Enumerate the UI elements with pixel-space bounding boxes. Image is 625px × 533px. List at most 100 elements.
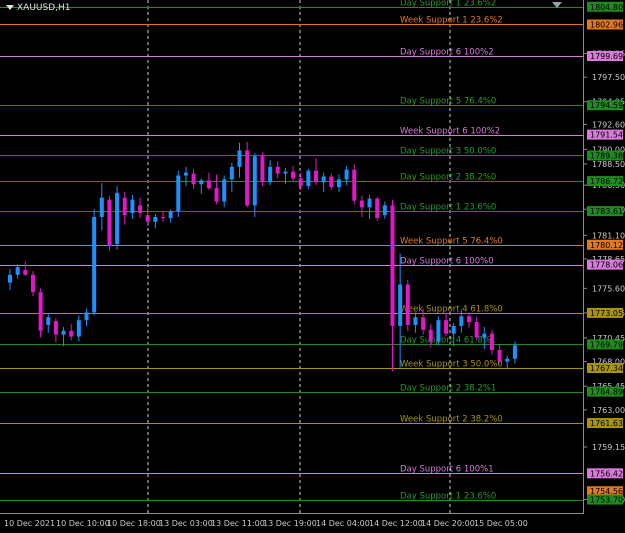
candle-body[interactable] [46, 317, 51, 325]
x-tick-label: 10 Dec 10:00 [56, 519, 110, 528]
candle-body[interactable] [421, 317, 426, 330]
candle-body[interactable] [237, 150, 242, 167]
candle-body[interactable] [291, 171, 296, 179]
y-tick-label: 1763.00 [592, 406, 625, 415]
candle-body[interactable] [436, 320, 441, 342]
candle-body[interactable] [283, 171, 288, 174]
candle-body[interactable] [367, 198, 372, 208]
candle-body[interactable] [15, 267, 20, 275]
candle-body[interactable] [459, 316, 464, 326]
candle-body[interactable] [38, 292, 43, 331]
candle-body[interactable] [99, 197, 104, 217]
candle-body[interactable] [444, 320, 449, 334]
candle-body[interactable] [268, 166, 273, 183]
candle-body[interactable] [451, 325, 456, 334]
level-label: Day Support 6 100%0 [400, 257, 494, 267]
candle-body[interactable] [413, 317, 418, 325]
level-label: Day Support 1 23.6%0 [400, 203, 496, 213]
candle-body[interactable] [275, 166, 280, 174]
candle-body[interactable] [329, 176, 334, 188]
candle-body[interactable] [61, 330, 66, 335]
candle-body[interactable] [359, 200, 364, 208]
candle-body[interactable] [130, 199, 135, 214]
candle-body[interactable] [23, 270, 28, 275]
level-label: Day Support 2 38.2%1 [400, 384, 496, 394]
candle-body[interactable] [53, 321, 58, 335]
x-tick-label: 10 Dec 18:00 [107, 519, 161, 528]
candle-body[interactable] [375, 198, 380, 218]
candle-body[interactable] [115, 192, 120, 244]
x-tick-label: 14 Dec 20:00 [421, 519, 475, 528]
candle-body[interactable] [183, 172, 188, 176]
candle-body[interactable] [222, 179, 227, 202]
candle-body[interactable] [314, 170, 318, 183]
level-label: Day Support 6 100%1 [400, 465, 494, 475]
candle-body[interactable] [467, 316, 471, 323]
candle-body[interactable] [92, 216, 97, 313]
price-box-label: 1773.05 [590, 309, 623, 318]
level-label: Day Support 5 76.4%0 [400, 97, 496, 107]
y-tick-label: 1788.50 [592, 160, 625, 169]
y-tick-label: 1759.15 [592, 443, 625, 452]
candle-body[interactable] [214, 188, 219, 202]
candle-body[interactable] [321, 176, 326, 183]
candle-body[interactable] [161, 216, 165, 218]
candle-body[interactable] [474, 322, 479, 338]
level-label: Day Support 3 50.0%0 [400, 147, 496, 157]
candle-body[interactable] [199, 180, 204, 185]
candle-body[interactable] [252, 156, 257, 206]
candle-body[interactable] [505, 358, 510, 362]
candle-body[interactable] [8, 274, 12, 283]
candle-body[interactable] [344, 169, 349, 180]
candle-body[interactable] [69, 330, 74, 337]
level-label: Week Support 5 76.4%0 [400, 237, 503, 247]
candle-body[interactable] [489, 333, 494, 351]
level-label: Day Support 1 23.6%0 [400, 492, 496, 502]
candle-body[interactable] [497, 350, 502, 362]
level-label: Day Support 1 23.6%2 [400, 0, 496, 9]
candle-body[interactable] [405, 284, 410, 325]
candle-body[interactable] [390, 205, 395, 326]
candle-body[interactable] [176, 175, 181, 212]
price-box-label: 1794.59 [590, 101, 623, 110]
candle-body[interactable] [145, 215, 150, 222]
candle-body[interactable] [30, 274, 35, 293]
x-tick-label: 13 Dec 11:00 [211, 519, 265, 528]
candle-body[interactable] [352, 169, 357, 201]
candle-body[interactable] [107, 199, 112, 246]
candle-body[interactable] [191, 173, 196, 185]
symbol-label[interactable]: XAUUSD,H1 [6, 3, 71, 13]
y-tick-label: 1797.50 [592, 73, 625, 82]
candle-body[interactable] [122, 197, 127, 216]
chart-menu-arrow-icon[interactable] [552, 2, 562, 8]
candle-body[interactable] [206, 180, 211, 189]
candle-body[interactable] [84, 312, 89, 321]
symbol-text: XAUUSD,H1 [17, 3, 71, 13]
candle-body[interactable] [482, 333, 487, 338]
candle-body[interactable] [229, 166, 234, 180]
x-tick-label: 14 Dec 12:00 [369, 519, 423, 528]
price-box-label: 1761.63 [590, 419, 623, 428]
price-box-label: 1769.79 [590, 340, 623, 349]
level-label: Week Support 1 23.6%2 [400, 16, 503, 26]
candle-body[interactable] [512, 345, 517, 359]
candle-body[interactable] [306, 170, 311, 187]
candle-body[interactable] [153, 216, 158, 222]
dropdown-triangle-icon [6, 5, 14, 10]
candle-body[interactable] [260, 156, 265, 183]
candle-body[interactable] [168, 211, 173, 218]
candle-body[interactable] [245, 150, 250, 206]
candle-body[interactable] [398, 284, 403, 326]
price-chart[interactable]: Day Support 1 23.6%2 Week Support 1 23.6%… [0, 0, 625, 533]
price-box-label: 1802.96 [590, 20, 623, 29]
candle-body[interactable] [336, 179, 341, 188]
candle-body[interactable] [76, 320, 81, 337]
x-tick-label: 13 Dec 03:00 [159, 519, 213, 528]
price-box-label: 1753.70 [590, 496, 623, 505]
candle-body[interactable] [138, 205, 143, 214]
level-label: Week Support 6 100%2 [400, 127, 500, 137]
candle-body[interactable] [428, 329, 433, 342]
candle-body[interactable] [298, 178, 303, 187]
candle-body[interactable] [382, 205, 387, 216]
level-label: Day Support 4 61.8%1 [400, 336, 496, 346]
